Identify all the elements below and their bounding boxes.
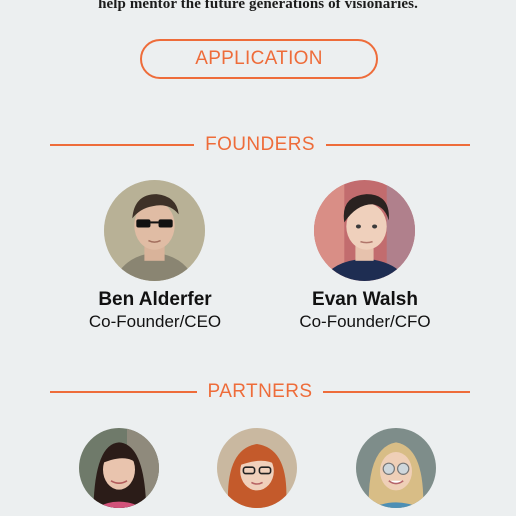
heading-rule-right (323, 391, 471, 393)
founder-name: Evan Walsh (312, 289, 418, 310)
partner-1-photo (79, 428, 159, 508)
intro-text: help mentor the future generations of vi… (98, 0, 418, 12)
partner-3-photo (356, 428, 436, 508)
partners-heading: PARTNERS (50, 380, 471, 404)
heading-rule-left (50, 144, 195, 146)
partner-avatar-3[interactable] (356, 428, 436, 508)
founder-avatar-evan-walsh[interactable] (314, 180, 415, 281)
evan-walsh-photo (314, 180, 415, 281)
founder-role: Co-Founder/CEO (88, 312, 222, 331)
ben-alderfer-photo (104, 180, 205, 281)
founder-role: Co-Founder/CFO (299, 312, 431, 331)
partners-heading-label: PARTNERS (207, 381, 313, 402)
heading-rule-left (50, 391, 197, 393)
application-button[interactable]: APPLICATION (140, 39, 378, 79)
founders-heading: FOUNDERS (50, 133, 471, 157)
heading-rule-right (325, 144, 471, 146)
founders-heading-label: FOUNDERS (205, 134, 315, 155)
partner-2-photo (217, 428, 297, 508)
founder-name: Ben Alderfer (98, 289, 212, 310)
partner-avatar-1[interactable] (79, 428, 159, 508)
founder-avatar-ben-alderfer[interactable] (104, 180, 205, 281)
partner-avatar-2[interactable] (217, 428, 297, 508)
